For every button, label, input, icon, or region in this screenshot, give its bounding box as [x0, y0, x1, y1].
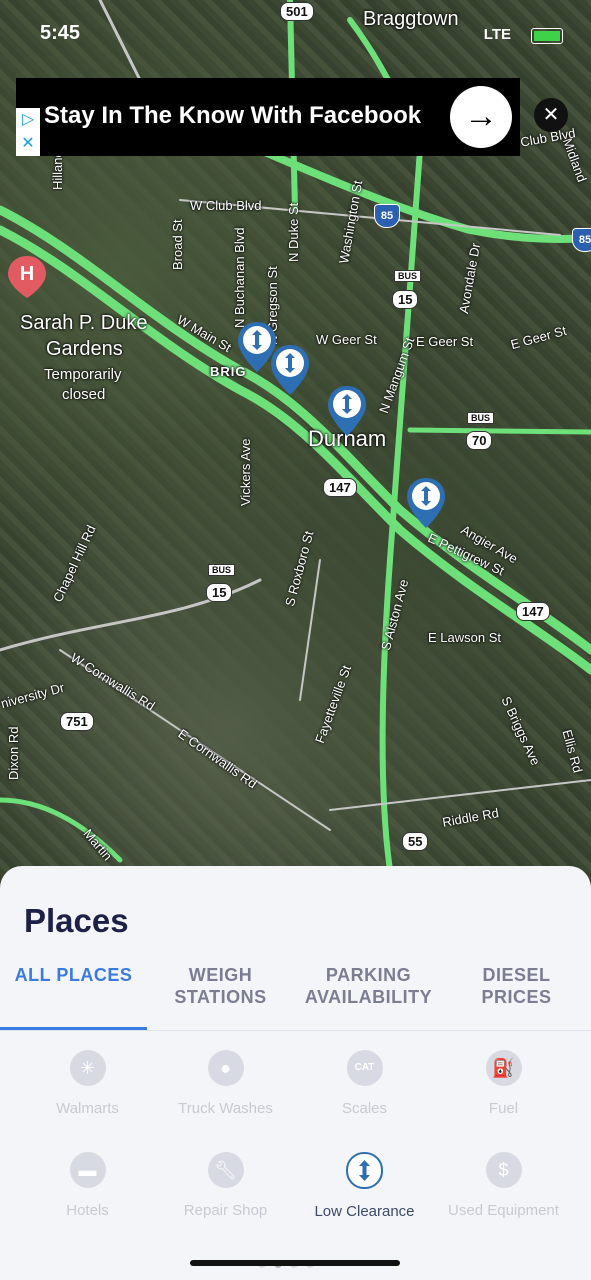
category-used-equipment[interactable]: $ Used Equipment: [430, 1152, 577, 1242]
bus-label-70: BUS: [467, 412, 495, 424]
walmart-spark-icon: ✳: [69, 1050, 106, 1086]
tab-label: ALL PLACES: [14, 965, 133, 985]
category-label: Hotels: [66, 1202, 109, 1219]
category-fuel[interactable]: ⛽ Fuel: [430, 1050, 577, 1140]
arrow-right-icon: →: [464, 97, 498, 135]
hospital-marker[interactable]: H: [4, 254, 50, 300]
map-label-lawson: E Lawson St: [428, 630, 501, 645]
ad-text: Stay In The Know With Facebook: [44, 102, 422, 129]
tab-all-places[interactable]: ALL PLACES: [0, 964, 147, 1030]
category-label: Repair Shop: [183, 1202, 268, 1219]
status-network: LTE: [483, 26, 511, 43]
route-shield-147a: 147: [323, 478, 357, 497]
panel-title: Places: [24, 902, 129, 939]
category-walmarts[interactable]: ✳ Walmarts: [14, 1050, 161, 1140]
route-shield-501: 501: [280, 2, 314, 21]
map-label-buchanan: N Buchanan Blvd: [232, 227, 247, 328]
map-label-dixon: Dixon Rd: [6, 726, 21, 780]
home-indicator[interactable]: [190, 1260, 400, 1266]
low-clearance-pin[interactable]: [405, 476, 447, 530]
category-label: Used Equipment: [448, 1202, 559, 1219]
places-panel: Places ALL PLACES WEIGH STATIONS PARKING…: [0, 866, 591, 1280]
category-label: Walmarts: [56, 1100, 119, 1117]
tab-label: DIESEL PRICES: [481, 965, 552, 1007]
category-label: Scales: [341, 1100, 388, 1117]
map-label-e-geer: E Geer St: [416, 334, 474, 349]
route-shield-bus15a: 15: [392, 290, 419, 309]
tab-parking-availability[interactable]: PARKING AVAILABILITY: [295, 964, 442, 1028]
map-label-broad: Broad St: [170, 219, 185, 270]
hospital-letter: H: [20, 263, 34, 285]
adchoices-triangle-icon: ▷: [21, 111, 35, 128]
interstate-shield-85b: 85: [572, 228, 591, 252]
category-truck-washes[interactable]: ● Truck Washes: [152, 1050, 299, 1140]
battery-icon: [531, 28, 563, 44]
truck-dollar-icon: $: [485, 1152, 522, 1188]
ad-close-button[interactable]: ✕: [534, 98, 568, 132]
ad-arrow-button[interactable]: →: [450, 86, 512, 148]
category-low-clearance[interactable]: Low Clearance: [291, 1152, 438, 1242]
bus-label-15a: BUS: [394, 270, 422, 282]
status-bar: 5:45 LTE: [0, 20, 591, 50]
wrench-icon: 🔧︎: [207, 1152, 244, 1188]
route-shield-751: 751: [60, 712, 94, 731]
category-scales[interactable]: CAT Scales: [291, 1050, 438, 1140]
map-label-sarah-duke: Sarah P. Duke: [20, 312, 148, 334]
map-label-w-club: W Club Blvd: [190, 198, 262, 213]
route-shield-bus70: 70: [466, 431, 493, 450]
map-label-w-geer: W Geer St: [316, 332, 377, 347]
fuel-pump-icon: ⛽: [485, 1050, 522, 1086]
category-repair-shop[interactable]: 🔧︎ Repair Shop: [152, 1152, 299, 1242]
ad-close-small-icon[interactable]: ✕: [16, 132, 40, 156]
status-time: 5:45: [40, 22, 81, 44]
map-label-gardens: Gardens: [46, 338, 123, 360]
category-label: Low Clearance: [314, 1203, 415, 1220]
category-label: Fuel: [488, 1100, 519, 1117]
low-clearance-pin[interactable]: [269, 343, 311, 397]
close-icon: ✕: [542, 104, 560, 126]
category-hotels[interactable]: ▬ Hotels: [14, 1152, 161, 1242]
places-tabs: ALL PLACES WEIGH STATIONS PARKING AVAILA…: [0, 964, 591, 1031]
adchoices-icon[interactable]: ▷ ✕: [16, 108, 40, 156]
map-label-temporarily: Temporarily: [44, 366, 122, 383]
ad-banner[interactable]: ▷ ✕ Stay In The Know With Facebook →: [16, 78, 520, 156]
route-shield-147b: 147: [516, 602, 550, 621]
bed-icon: ▬: [69, 1152, 106, 1188]
tab-label: PARKING AVAILABILITY: [304, 965, 433, 1007]
tab-weigh-stations[interactable]: WEIGH STATIONS: [147, 964, 294, 1028]
water-drop-icon: ●: [207, 1050, 244, 1086]
route-shield-bus15b: 15: [206, 583, 233, 602]
map-label-vickers: Vickers Ave: [238, 438, 253, 506]
tab-label: WEIGH STATIONS: [174, 965, 267, 1007]
route-shield-55: 55: [402, 832, 429, 851]
low-clearance-icon: [346, 1152, 383, 1189]
interstate-shield-85a: 85: [374, 204, 400, 228]
bus-label-15b: BUS: [208, 564, 236, 576]
low-clearance-pin[interactable]: [326, 384, 368, 438]
map-label-duke: N Duke St: [286, 202, 301, 262]
tab-diesel-prices[interactable]: DIESEL PRICES: [443, 964, 590, 1028]
map-label-closed: closed: [62, 386, 106, 403]
category-label: Truck Washes: [178, 1100, 273, 1117]
cat-scale-icon: CAT: [346, 1050, 383, 1086]
